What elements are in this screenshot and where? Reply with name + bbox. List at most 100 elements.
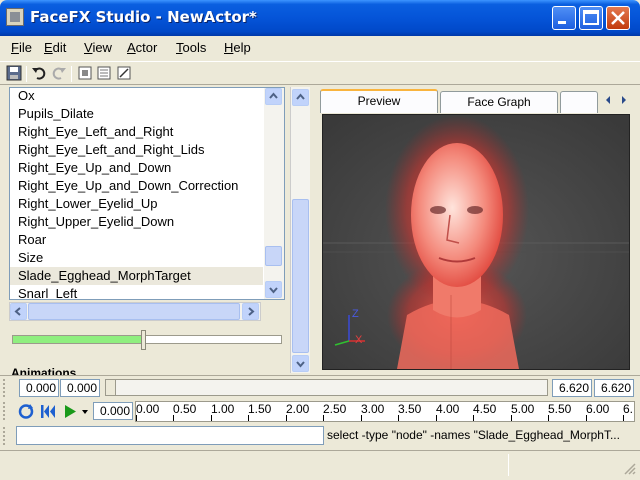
list-item-selected[interactable]: Slade_Egghead_MorphTarget [10, 267, 263, 285]
ruler-tick: 4.00 [436, 402, 460, 416]
ruler-tick: 3.50 [398, 402, 422, 416]
toolbar-grip [3, 402, 9, 420]
current-time-field[interactable]: 0.000 [93, 402, 133, 420]
app-icon[interactable] [6, 8, 24, 26]
range-handle[interactable] [106, 380, 116, 395]
rewind-icon [41, 405, 55, 418]
scroll-left-button[interactable] [10, 303, 27, 320]
loop-button[interactable] [16, 402, 36, 421]
toolbar-separator [26, 66, 27, 82]
ruler-tick: 6. [623, 402, 634, 416]
play-button[interactable] [60, 402, 90, 421]
ruler-tick: 3.00 [361, 402, 385, 416]
chevron-right-icon [248, 307, 255, 316]
list-item[interactable]: Right_Upper_Eyelid_Down [18, 213, 174, 231]
undo-icon[interactable] [31, 65, 47, 81]
scroll-thumb[interactable] [292, 199, 309, 353]
ruler-mark [398, 415, 399, 421]
playback-bar: 0.000 0.00 0.50 1.00 1.50 2.00 2.50 3.00… [0, 399, 640, 424]
ruler-mark [173, 415, 174, 421]
tab-preview[interactable]: Preview [320, 89, 438, 113]
node-value-slider[interactable] [9, 326, 287, 356]
ruler-tick: 4.50 [473, 402, 497, 416]
toolbar-grip [3, 379, 9, 397]
list-vertical-scrollbar[interactable] [264, 88, 284, 299]
list-item[interactable]: Right_Eye_Left_and_Right [18, 123, 173, 141]
ruler-tick: 1.50 [248, 402, 272, 416]
chevron-up-icon [296, 93, 305, 100]
ruler-mark [323, 415, 324, 421]
ruler-mark [361, 415, 362, 421]
ruler-mark [286, 415, 287, 421]
curve-edit-icon[interactable] [116, 65, 132, 81]
scroll-down-button[interactable] [292, 355, 309, 372]
list-horizontal-scrollbar[interactable] [9, 302, 261, 321]
list-icon[interactable] [96, 65, 112, 81]
ruler-mark [473, 415, 474, 421]
scroll-down-button[interactable] [265, 281, 282, 298]
list-item[interactable]: Roar [18, 231, 46, 249]
save-icon[interactable] [6, 65, 22, 81]
chevron-left-icon[interactable] [602, 94, 614, 106]
slider-track[interactable] [12, 335, 282, 344]
command-input[interactable] [16, 426, 324, 445]
list-item[interactable]: Right_Eye_Left_and_Right_Lids [18, 141, 204, 159]
ruler-tick: 5.00 [511, 402, 535, 416]
menu-view[interactable]: View [84, 40, 112, 55]
menu-bar: File Edit View Actor Tools Help [0, 36, 640, 60]
node-list[interactable]: Ox Pupils_Dilate Right_Eye_Left_and_Righ… [9, 87, 285, 300]
chevron-right-icon[interactable] [618, 94, 630, 106]
redo-icon[interactable] [51, 65, 67, 81]
view-start-field[interactable]: 0.000 [60, 379, 100, 397]
menu-edit[interactable]: Edit [44, 40, 66, 55]
menu-actor[interactable]: Actor [127, 40, 157, 55]
close-icon [611, 11, 625, 25]
rewind-button[interactable] [38, 402, 58, 421]
node-group-icon[interactable] [77, 65, 93, 81]
list-item[interactable]: Right_Lower_Eyelid_Up [18, 195, 157, 213]
tab-face-graph[interactable]: Face Graph [440, 91, 558, 113]
close-button[interactable] [606, 6, 630, 30]
face-render [323, 115, 629, 369]
scroll-thumb[interactable] [28, 303, 240, 320]
toolbar-grip [3, 427, 9, 445]
view-end-field[interactable]: 6.620 [552, 379, 592, 397]
scroll-thumb[interactable] [265, 246, 282, 266]
time-ruler[interactable]: 0.00 0.50 1.00 1.50 2.00 2.50 3.00 3.50 … [135, 401, 635, 422]
title-bar: FaceFX Studio - NewActor* [0, 0, 640, 36]
list-item[interactable]: Size [18, 249, 43, 267]
toolbar-separator [71, 66, 72, 82]
left-pane-scrollbar[interactable] [290, 87, 310, 373]
list-item[interactable]: Pupils_Dilate [18, 105, 94, 123]
menu-tools[interactable]: Tools [176, 40, 206, 55]
scroll-right-button[interactable] [242, 303, 259, 320]
status-separator [508, 454, 509, 476]
ruler-tick: 0.50 [173, 402, 197, 416]
list-item[interactable]: Snarl_Left [18, 285, 77, 299]
list-item[interactable]: Right_Eye_Up_and_Down_Correction [18, 177, 238, 195]
preview-viewport[interactable]: Z X [322, 114, 630, 370]
tab-more[interactable] [560, 91, 598, 113]
ruler-tick: 0.00 [136, 402, 160, 416]
ruler-mark [248, 415, 249, 421]
maximize-button[interactable] [579, 6, 603, 30]
ruler-mark [586, 415, 587, 421]
slider-thumb[interactable] [141, 330, 146, 350]
z-axis-label: Z [352, 308, 359, 320]
menu-help[interactable]: Help [224, 40, 251, 55]
list-item[interactable]: Ox [18, 88, 35, 105]
ruler-tick: 5.50 [548, 402, 572, 416]
range-start-field[interactable]: 0.000 [19, 379, 59, 397]
list-item[interactable]: Right_Eye_Up_and_Down [18, 159, 171, 177]
play-icon [65, 405, 88, 418]
menu-file[interactable]: File [11, 40, 32, 55]
time-range-slider[interactable] [105, 379, 548, 396]
resize-grip-icon[interactable] [624, 463, 636, 475]
minimize-button[interactable] [552, 6, 576, 30]
scroll-up-button[interactable] [292, 89, 309, 106]
ruler-mark [211, 415, 212, 421]
scroll-up-button[interactable] [265, 88, 282, 105]
range-end-field[interactable]: 6.620 [594, 379, 634, 397]
loop-icon [18, 404, 34, 419]
ruler-tick: 2.50 [323, 402, 347, 416]
